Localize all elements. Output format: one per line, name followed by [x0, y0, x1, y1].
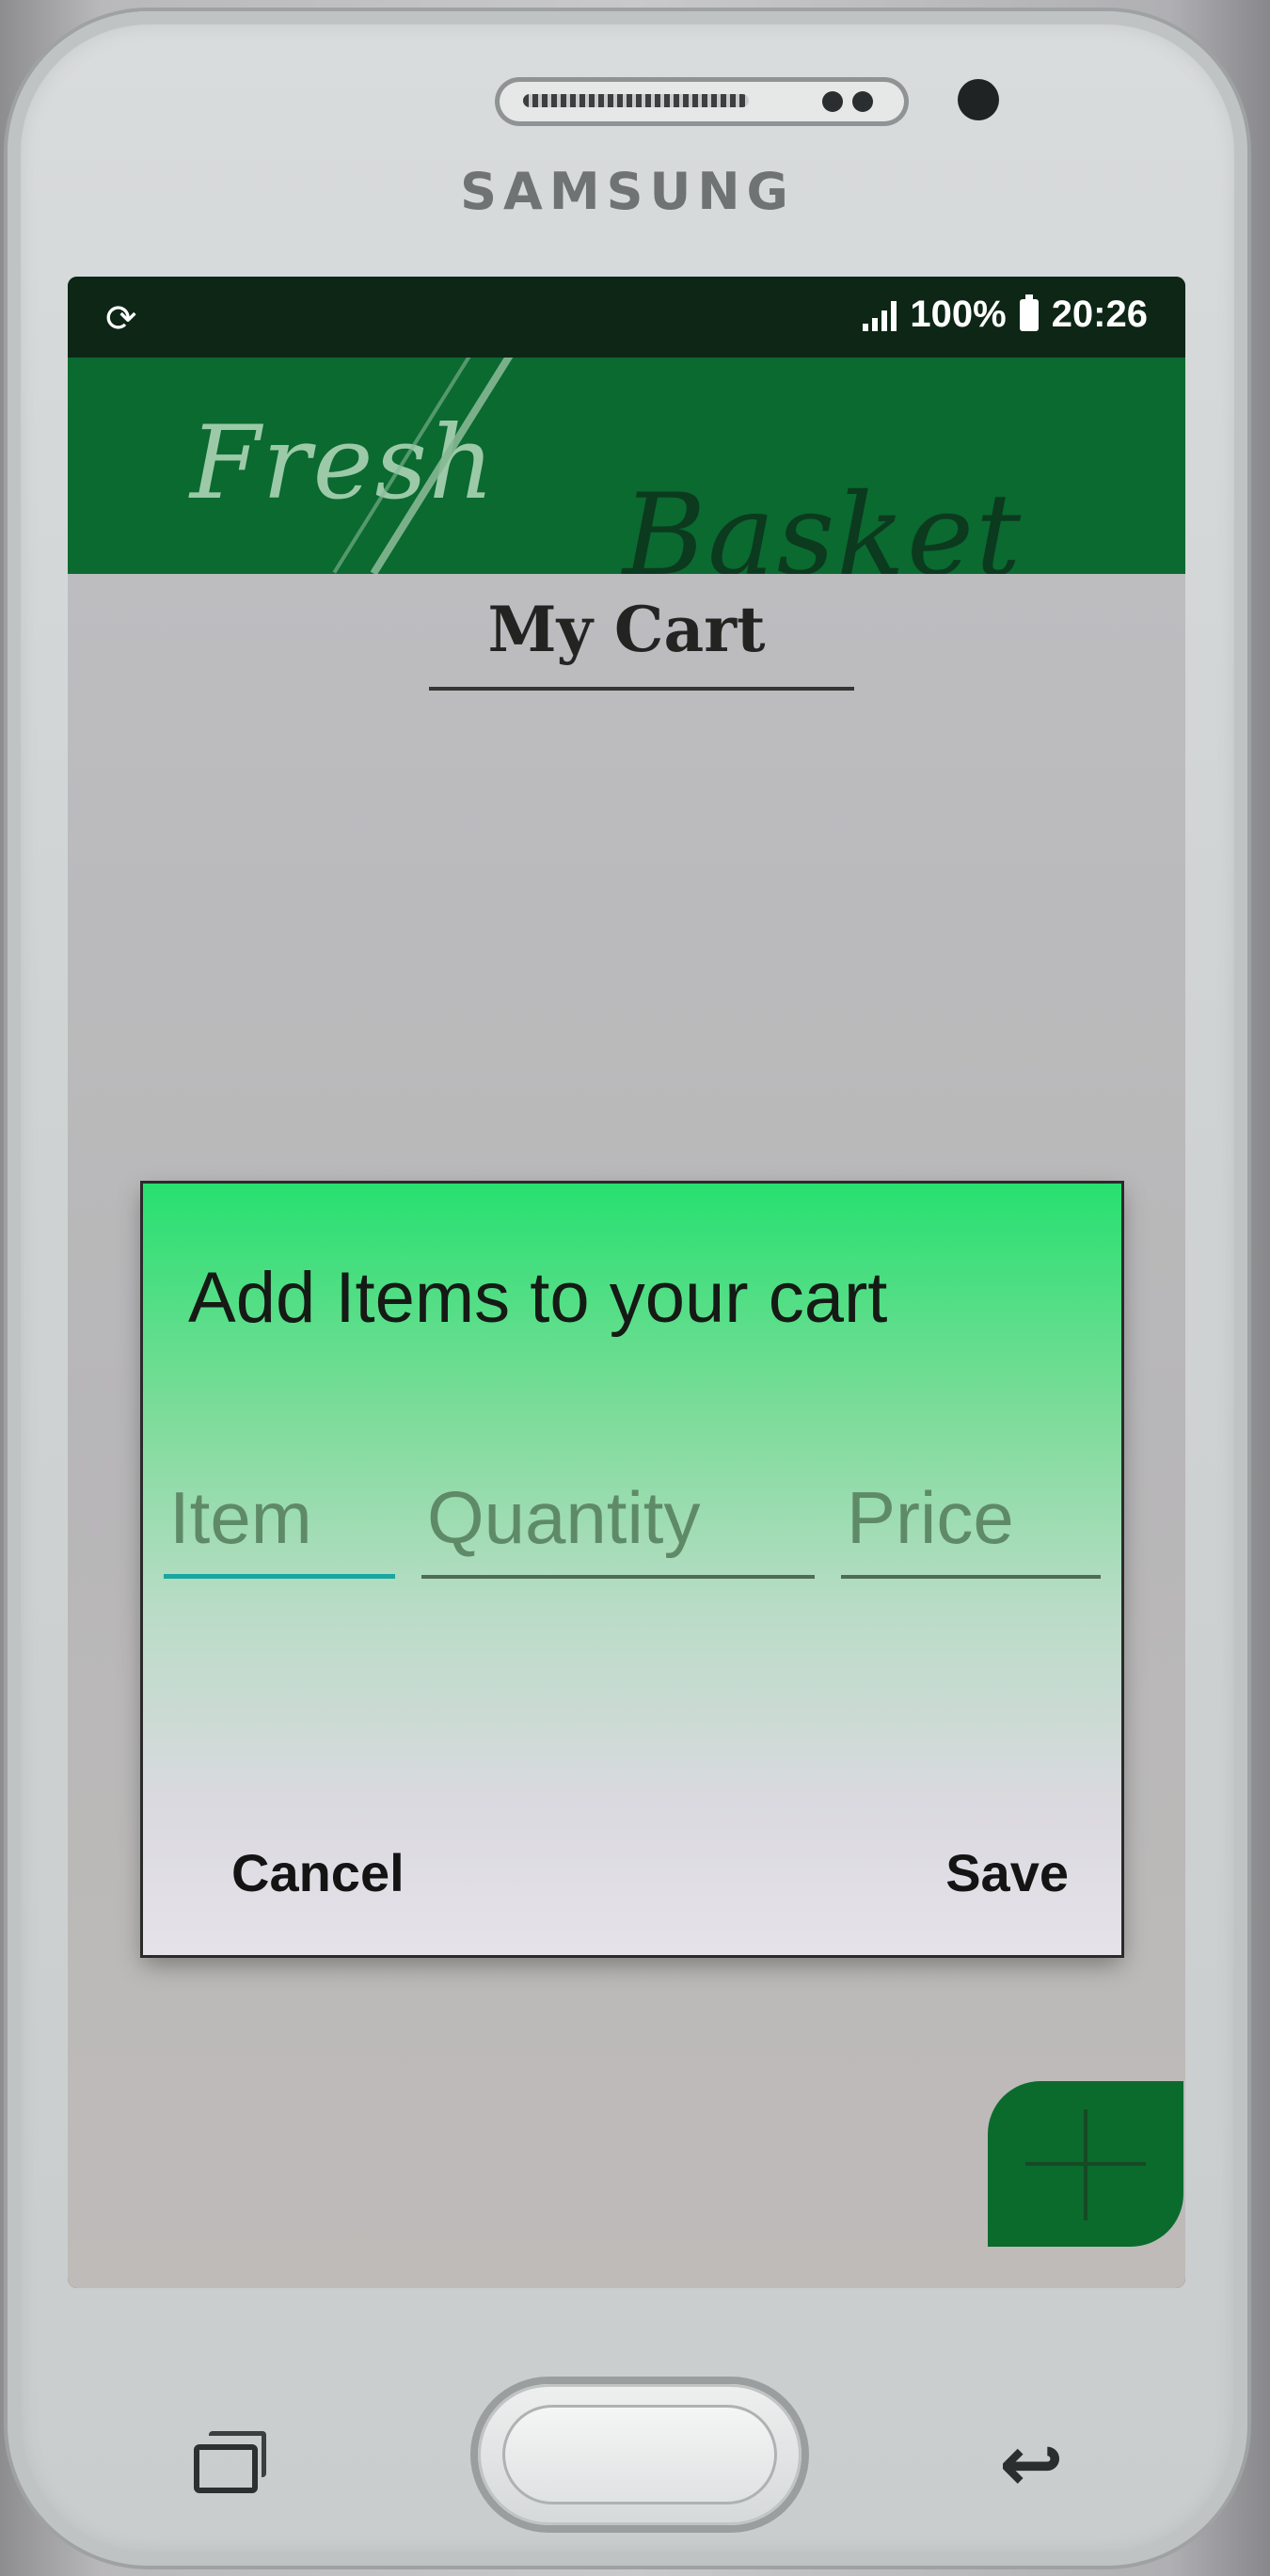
signal-bars-icon — [863, 299, 897, 331]
battery-percent: 100% — [910, 294, 1007, 335]
status-right: 100% 20:26 — [863, 294, 1148, 336]
phone-frame: SAMSUNG ⟳ 100% 20:26 Fresh Basket My Car… — [8, 11, 1247, 2566]
quantity-underline — [421, 1575, 815, 1579]
clock: 20:26 — [1051, 294, 1148, 335]
battery-icon — [1019, 294, 1039, 331]
front-camera — [958, 79, 999, 120]
cancel-button[interactable]: Cancel — [231, 1842, 405, 1903]
item-placeholder: Item — [169, 1476, 312, 1559]
cart-content: My Cart Add Items to your cart Item Quan… — [68, 574, 1185, 2288]
plus-icon — [1084, 2109, 1087, 2220]
dialog-title: Add Items to your cart — [188, 1258, 888, 1338]
speaker-grille — [523, 94, 749, 107]
earpiece — [495, 77, 909, 126]
screen: ⟳ 100% 20:26 Fresh Basket My Cart Add It… — [68, 277, 1185, 2288]
sensor-dot — [852, 91, 873, 112]
recent-apps-front-square — [194, 2444, 258, 2493]
back-icon[interactable]: ↩ — [999, 2420, 1064, 2509]
price-input[interactable]: Price — [841, 1475, 1101, 1579]
quantity-input[interactable]: Quantity — [421, 1475, 815, 1579]
item-underline — [164, 1574, 395, 1579]
price-placeholder: Price — [847, 1476, 1014, 1559]
sensor-dot — [822, 91, 843, 112]
save-button[interactable]: Save — [945, 1842, 1069, 1903]
home-button-face — [502, 2405, 777, 2504]
logo-fresh: Fresh — [190, 405, 497, 522]
item-input[interactable]: Item — [164, 1475, 395, 1579]
add-item-fab[interactable] — [988, 2081, 1183, 2247]
app-header: Fresh Basket — [68, 358, 1185, 574]
logo-basket: Basket — [623, 470, 1024, 574]
quantity-placeholder: Quantity — [427, 1476, 701, 1559]
recent-apps-icon[interactable] — [194, 2431, 266, 2493]
home-button[interactable] — [478, 2384, 802, 2525]
status-bar: ⟳ 100% 20:26 — [68, 277, 1185, 358]
device-brand: SAMSUNG — [460, 162, 795, 221]
add-items-dialog: Add Items to your cart Item Quantity Pri… — [143, 1184, 1121, 1955]
sync-icon: ⟳ — [105, 298, 137, 340]
price-underline — [841, 1575, 1101, 1579]
